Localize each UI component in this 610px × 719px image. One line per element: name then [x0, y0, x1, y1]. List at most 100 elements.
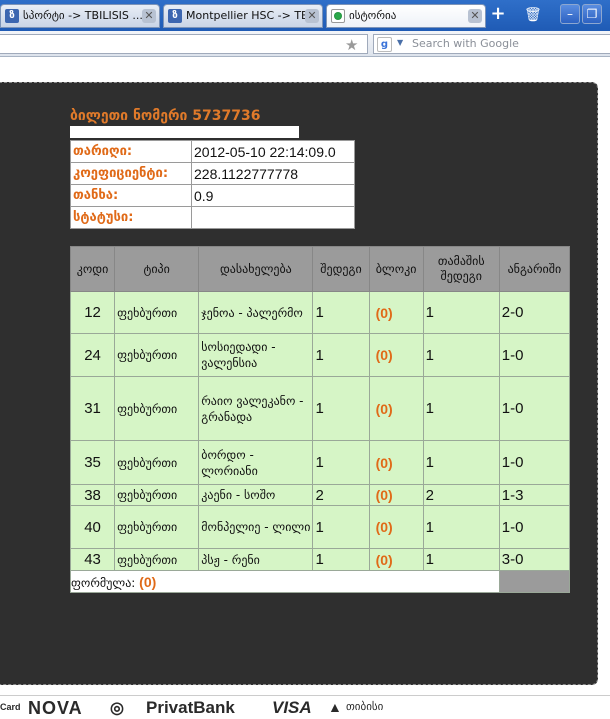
- header-game-result: თამაშის შედეგი: [422, 246, 500, 292]
- status-value: [191, 206, 355, 229]
- search-placeholder: Search with Google: [412, 37, 519, 50]
- cell-result: 1: [312, 376, 370, 441]
- cell-block: (0): [368, 484, 424, 506]
- table-row: 38 ფეხბურთი კაენი - სოშო 2 (0) 2 1-3: [69, 484, 571, 506]
- cell-code: 31: [69, 376, 116, 441]
- close-tab-icon[interactable]: ✕: [305, 9, 319, 23]
- site-favicon-icon: ზ: [5, 9, 19, 23]
- minimize-window-icon[interactable]: –: [560, 4, 580, 24]
- bets-header-row: კოდი ტიპი დასახელება შედეგი ბლოკი თამაში…: [69, 246, 571, 292]
- header-code: კოდი: [69, 246, 116, 292]
- cell-game-result: 1: [422, 291, 500, 334]
- tab-montpellier[interactable]: ზ Montpellier HSC -> TB... ✕: [163, 4, 323, 28]
- cell-name: პსჟ - რენი: [198, 548, 314, 571]
- amount-value: 0.9: [191, 184, 355, 207]
- cell-code: 24: [69, 333, 116, 377]
- cell-code: 43: [69, 548, 116, 571]
- date-value: 2012-05-10 22:14:09.0: [191, 140, 355, 163]
- info-row-coefficient: კოეფიციენტი: 228.1122777778: [70, 162, 355, 185]
- loading-favicon-icon: [331, 9, 345, 23]
- swirl-logo-icon: ◎: [110, 700, 124, 717]
- cell-block: (0): [368, 376, 424, 441]
- cell-result: 1: [312, 333, 370, 377]
- cell-game-result: 1: [422, 333, 500, 377]
- cell-type: ფეხბურთი: [114, 548, 200, 571]
- header-score: ანგარიში: [498, 246, 571, 292]
- visa-logo: VISA: [272, 698, 312, 717]
- close-tab-icon[interactable]: ✕: [142, 9, 156, 23]
- ticket-title: ბილეთი ნომერი 5737736: [70, 108, 261, 124]
- tab-history[interactable]: ისტორია ✕: [326, 4, 486, 28]
- chevron-down-icon[interactable]: ▼: [397, 38, 403, 47]
- cell-name: მონპელიე - ლილი: [198, 505, 314, 549]
- table-row: 43 ფეხბურთი პსჟ - რენი 1 (0) 1 3-0: [69, 548, 571, 571]
- cell-name: ჯენოა - პალერმო: [198, 291, 314, 334]
- header-block: ბლოკი: [368, 246, 424, 292]
- cell-score: 2-0: [498, 291, 571, 334]
- tab-sport[interactable]: ზ სპორტი -> TBILISIS ... ✕: [0, 4, 160, 28]
- table-row: 31 ფეხბურთი რაიო ვალეკანო - გრანადა 1 (0…: [69, 376, 571, 441]
- cell-block: (0): [368, 505, 424, 549]
- tab-label: სპორტი -> TBILISIS ...: [23, 9, 143, 22]
- cell-score: 1-0: [498, 376, 571, 441]
- cell-type: ფეხბურთი: [114, 505, 200, 549]
- table-row: 24 ფეხბურთი სოსიედადი - ვალენსია 1 (0) 1…: [69, 333, 571, 377]
- cell-type: ფეხბურთი: [114, 333, 200, 377]
- cell-score: 1-0: [498, 440, 571, 485]
- cell-name: სოსიედადი - ვალენსია: [198, 333, 314, 377]
- formula-filler: [498, 570, 571, 593]
- cell-game-result: 2: [422, 484, 500, 506]
- google-icon[interactable]: g: [377, 37, 392, 52]
- info-row-date: თარიღი: 2012-05-10 22:14:09.0: [70, 140, 355, 163]
- cell-type: ფეხბურთი: [114, 484, 200, 506]
- info-row-status: სტატუსი:: [70, 206, 355, 229]
- bets-table: კოდი ტიპი დასახელება შედეგი ბლოკი თამაში…: [69, 246, 571, 593]
- cell-type: ფეხბურთი: [114, 440, 200, 485]
- cell-name: ბორდო - ლორიანი: [198, 440, 314, 485]
- amount-label: თანხა:: [70, 184, 192, 207]
- cell-game-result: 1: [422, 376, 500, 441]
- tbc-triangle-icon: ▲: [328, 699, 342, 715]
- tab-label: Montpellier HSC -> TB...: [186, 9, 320, 22]
- cell-code: 35: [69, 440, 116, 485]
- cell-name: რაიო ვალეკანო - გრანადა: [198, 376, 314, 441]
- new-tab-icon[interactable]: +: [489, 5, 507, 24]
- cell-code: 40: [69, 505, 116, 549]
- formula-cell: ფორმულა: (0): [70, 570, 500, 593]
- address-bar[interactable]: ★: [0, 34, 368, 54]
- cell-type: ფეხბურთი: [114, 291, 200, 334]
- cell-result: 1: [312, 548, 370, 571]
- nova-logo: NOVA: [28, 698, 83, 718]
- table-row: 12 ფეხბურთი ჯენოა - პალერმო 1 (0) 1 2-0: [69, 291, 571, 334]
- tbc-logo: თიბისი: [346, 701, 384, 713]
- cell-score: 1-0: [498, 505, 571, 549]
- card-logo: Card: [0, 702, 21, 712]
- cell-result: 1: [312, 291, 370, 334]
- search-box[interactable]: g ▼ Search with Google: [373, 34, 610, 54]
- cell-result: 2: [312, 484, 370, 506]
- cell-game-result: 1: [422, 548, 500, 571]
- cell-code: 12: [69, 291, 116, 334]
- trash-icon[interactable]: 🗑: [524, 6, 542, 24]
- cell-score: 1-0: [498, 333, 571, 377]
- cell-block: (0): [368, 440, 424, 485]
- cell-game-result: 1: [422, 505, 500, 549]
- maximize-window-icon[interactable]: ❐: [582, 4, 602, 24]
- bookmark-star-icon[interactable]: ★: [345, 36, 358, 54]
- cell-block: (0): [368, 548, 424, 571]
- page-content: ბილეთი ნომერი 5737736 თარიღი: 2012-05-10…: [0, 58, 610, 695]
- header-result: შედეგი: [312, 246, 370, 292]
- payment-logos-strip: Card NOVA ◎ PrivatBank VISA ▲ თიბისი: [0, 695, 610, 718]
- tab-bar: ზ სპორტი -> TBILISIS ... ✕ ზ Montpellier…: [0, 0, 610, 31]
- cell-result: 1: [312, 440, 370, 485]
- formula-row: ფორმულა: (0): [70, 570, 571, 593]
- coefficient-value: 228.1122777778: [191, 162, 355, 185]
- close-tab-icon[interactable]: ✕: [468, 9, 482, 23]
- header-type: ტიპი: [114, 246, 200, 292]
- date-label: თარიღი:: [70, 140, 192, 163]
- cell-name: კაენი - სოშო: [198, 484, 314, 506]
- privatbank-logo: PrivatBank: [146, 698, 235, 717]
- site-favicon-icon: ზ: [168, 9, 182, 23]
- formula-value: (0): [139, 573, 157, 590]
- cell-code: 38: [69, 484, 116, 506]
